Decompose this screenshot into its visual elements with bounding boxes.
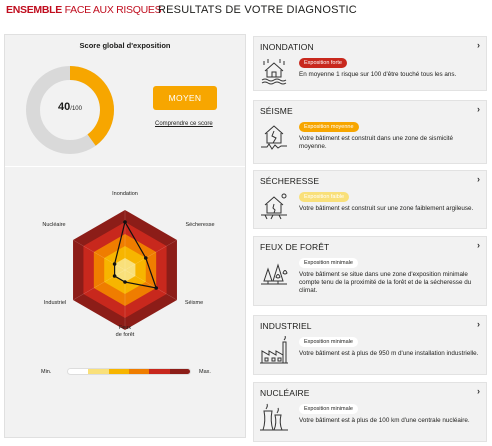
chevron-right-icon[interactable]: › [477,40,480,50]
legend-min: Min. [41,369,52,375]
score-panel: Score global d'exposition 40/100 MOYEN C… [5,35,245,167]
factory-icon [260,336,288,364]
brand-light: FACE AUX RISQUES [64,4,162,16]
exposure-badge: Exposition moyenne [299,122,359,132]
radar-point-2 [154,286,158,290]
legend-swatch [108,369,129,374]
summary-column: Score global d'exposition 40/100 MOYEN C… [4,34,246,438]
card-description: Votre bâtiment est construit sur une zon… [299,205,474,212]
brand-bold: ENSEMBLE [6,4,62,16]
earthquake-house-icon [261,125,287,150]
radar-label-feux-line2: de forêt [115,332,135,338]
risk-card-industriel[interactable]: INDUSTRIEL › Exposition minimale Votre b… [253,315,487,375]
card-title: SÉCHERESSE [260,176,320,186]
legend-swatch [128,369,150,374]
chevron-right-icon[interactable]: › [477,104,480,114]
page-title: RESULTATS DE VOTRE DIAGNOSTIC [158,4,357,16]
chevron-right-icon[interactable]: › [477,319,480,329]
radar-label-feux-line1: Feux [118,325,132,331]
radar-label-inondation: Inondation [112,191,138,197]
chevron-right-icon[interactable]: › [477,240,480,250]
legend-swatch [149,369,170,374]
exposure-badge: Exposition faible [299,192,350,202]
radar-label-seisme: Séisme [184,300,204,306]
card-title: SÉISME [260,106,293,116]
risk-card-feux-de-foret[interactable]: FEUX DE FORÊT › Exposition minimale Votr… [253,236,487,306]
legend-panel: Min. Max. [5,363,245,383]
level-button[interactable]: MOYEN [153,86,217,110]
legend-swatch [169,369,190,374]
exposure-badge: Exposition minimale [299,404,358,414]
radar-panel: Inondation Sécheresse Séisme Feux de for… [5,175,245,359]
risk-card-secheresse[interactable]: SÉCHERESSE › Exposition faible Votre bât… [253,170,487,229]
score-number: 40 [58,101,71,113]
risk-card-inondation[interactable]: INONDATION › Exposition forte En moyenne… [253,36,487,91]
chevron-right-icon[interactable]: › [477,174,480,184]
risk-card-seisme[interactable]: SÉISME › Exposition moyenne Votre bâtime… [253,100,487,164]
radar-point-4 [112,274,117,278]
legend-swatch [68,369,89,374]
legend-max: Max. [199,369,211,375]
risk-card-nucleaire[interactable]: NUCLÉAIRE › Exposition minimale Votre bâ… [253,382,487,442]
radar-label-nucleaire: Nucléaire [42,222,66,228]
forest-fire-icon [261,263,288,285]
radar-point-5 [112,262,117,266]
legend-scale-bar [67,368,191,375]
score-title: Score global d'exposition [79,41,171,50]
brand-logo: ENSEMBLE FACE AUX RISQUES [6,4,162,16]
card-description: Votre bâtiment se situe dans une zone d'… [299,271,472,295]
radar-point-3 [123,280,127,284]
radar-point-1 [143,256,148,260]
exposure-badge: Exposition minimale [299,258,358,268]
card-description: Votre bâtiment est à plus de 100 km d'un… [299,417,470,424]
chevron-right-icon[interactable]: › [477,386,480,396]
card-title: INONDATION [260,42,314,52]
card-title: INDUSTRIEL [260,321,312,331]
card-title: NUCLÉAIRE [260,388,310,398]
legend-swatch [88,369,109,374]
card-description: Votre bâtiment est à plus de 950 m d'une… [299,350,479,357]
radar-label-industriel: Industriel [43,300,67,306]
radar-label-feux: Feux de forêt [105,325,145,339]
exposure-badge: Exposition minimale [299,337,358,347]
nuclear-plant-icon [260,403,288,431]
understand-score-link[interactable]: Comprendre ce score [155,121,213,127]
score-max: /100 [70,106,82,112]
radar-label-secheresse: Sécheresse [185,222,215,228]
card-title: FEUX DE FORÊT [260,242,330,252]
drought-house-icon [261,193,287,220]
radar-point-0 [123,220,127,224]
flood-house-icon [261,59,287,85]
card-description: Votre bâtiment est construit dans une zo… [299,135,454,151]
score-value: 40/100 [25,101,115,113]
card-description: En moyenne 1 risque sur 100 d'être touch… [299,71,457,78]
exposure-badge: Exposition forte [299,58,347,68]
